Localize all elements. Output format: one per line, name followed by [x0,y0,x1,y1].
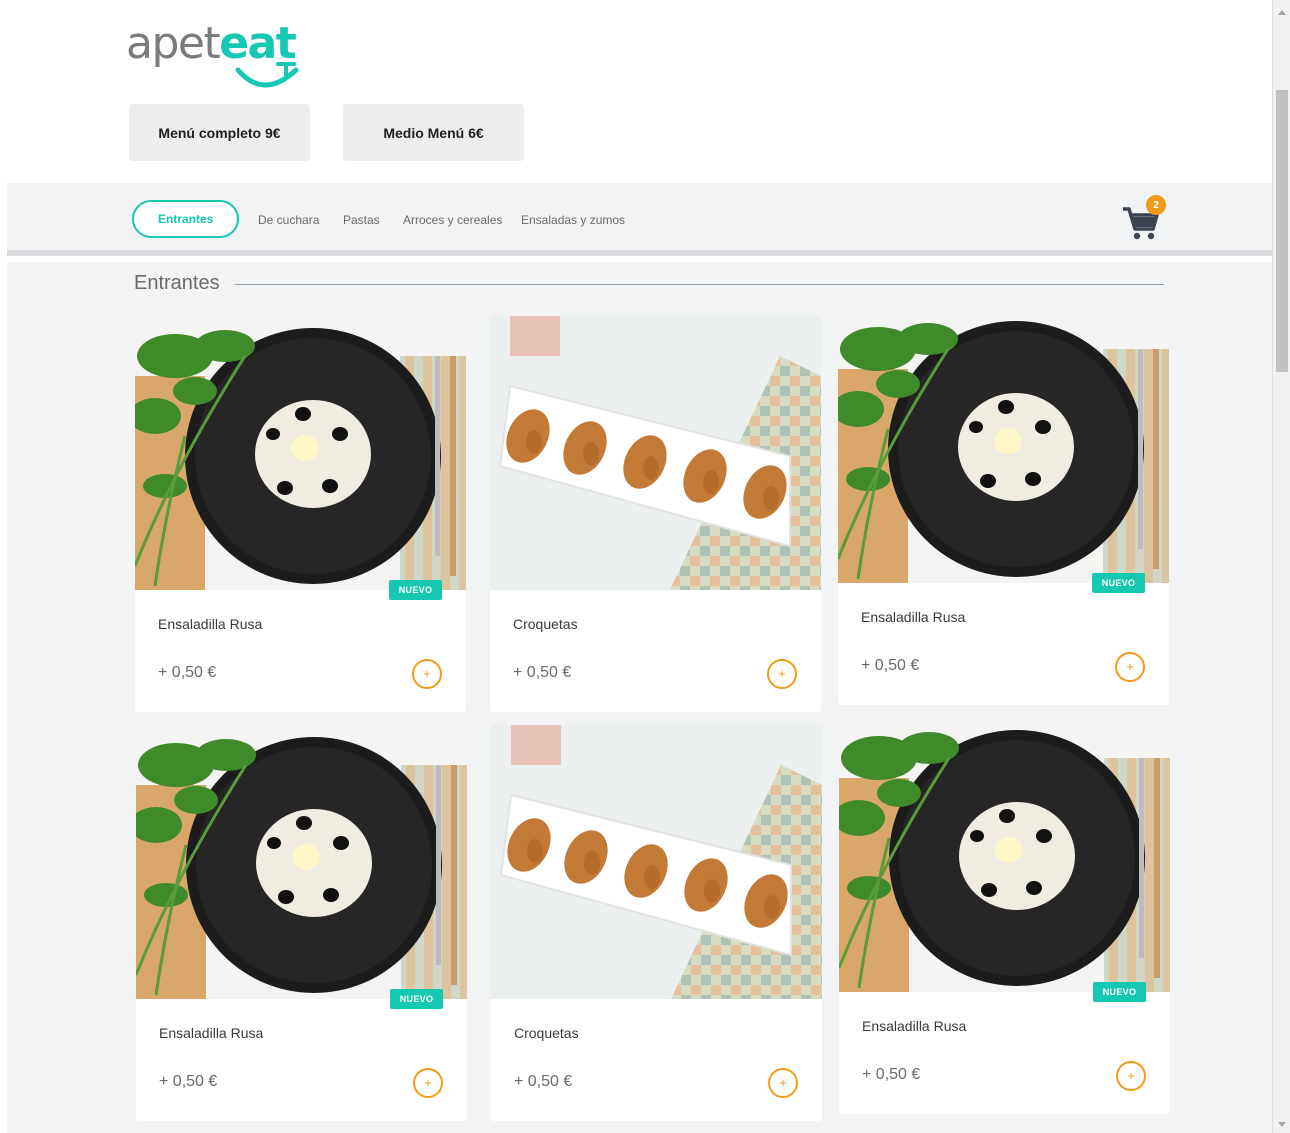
products-section: Entrantes NUEVO Ensaladilla Rusa + 0,50 … [7,262,1272,1133]
product-image [135,316,466,590]
tab-entrantes[interactable]: Entrantes [132,200,240,238]
scroll-thumb[interactable] [1276,90,1288,372]
product-name: Ensaladilla Rusa [159,1025,264,1041]
menu-completo-button[interactable]: Menú completo 9€ [129,104,310,161]
add-to-cart-button[interactable]: + [767,659,797,689]
add-to-cart-button[interactable]: + [768,1068,798,1098]
section-divider [235,284,1164,285]
product-card[interactable]: Croquetas + 0,50 € + [491,725,822,1121]
product-card[interactable]: NUEVO Ensaladilla Rusa + 0,50 € + [838,309,1169,705]
tab-pastas[interactable]: Pastas [343,183,380,256]
product-image [136,725,467,999]
product-image [838,309,1169,583]
product-price: + 0,50 € [861,657,920,674]
product-price: + 0,50 € [514,1073,573,1090]
product-price: + 0,50 € [158,664,217,681]
product-card[interactable]: NUEVO Ensaladilla Rusa + 0,50 € + [135,316,466,712]
product-price: + 0,50 € [862,1066,921,1083]
product-price: + 0,50 € [513,664,572,681]
product-image [490,316,821,590]
apeteat-logo[interactable]: apeteat [126,18,326,88]
new-badge: NUEVO [1092,573,1145,593]
cart-count-badge: 2 [1146,195,1166,215]
tab-ensaladas-y-zumos[interactable]: Ensaladas y zumos [521,183,625,256]
tab-de-cuchara[interactable]: De cuchara [258,183,319,256]
product-card[interactable]: Croquetas + 0,50 € + [490,316,821,712]
add-to-cart-button[interactable]: + [412,659,442,689]
new-badge: NUEVO [390,989,443,1009]
product-price: + 0,50 € [159,1073,218,1090]
header: apeteat Menú completo 9€ Medio Menú 6€ [0,0,1272,183]
medio-menu-button[interactable]: Medio Menú 6€ [343,104,524,161]
category-nav: Entrantes De cuchara Pastas Arroces y ce… [7,183,1272,256]
section-title: Entrantes [134,272,220,294]
product-image [491,725,822,999]
new-badge: NUEVO [389,580,442,600]
product-card[interactable]: NUEVO Ensaladilla Rusa + 0,50 € + [136,725,467,1121]
add-to-cart-button[interactable]: + [413,1068,443,1098]
logo-smile-icon [235,62,299,88]
product-image [839,718,1170,992]
add-to-cart-button[interactable]: + [1116,1061,1146,1091]
product-name: Croquetas [514,1025,579,1041]
product-name: Ensaladilla Rusa [158,616,263,632]
product-name: Croquetas [513,616,578,632]
product-name: Ensaladilla Rusa [861,609,966,625]
scroll-up-arrow-icon[interactable] [1278,10,1286,15]
scroll-down-arrow-icon[interactable] [1278,1122,1286,1127]
page-scrollbar[interactable] [1272,0,1290,1133]
product-card[interactable]: NUEVO Ensaladilla Rusa + 0,50 € + [839,718,1170,1114]
product-name: Ensaladilla Rusa [862,1018,967,1034]
new-badge: NUEVO [1093,982,1146,1002]
tab-arroces-y-cereales[interactable]: Arroces y cereales [403,183,502,256]
add-to-cart-button[interactable]: + [1115,652,1145,682]
